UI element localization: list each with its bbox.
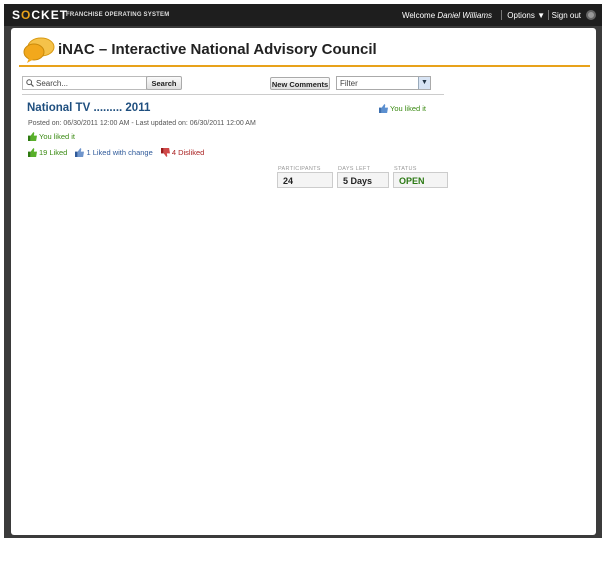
search-input[interactable]: Search... [22, 76, 147, 90]
options-menu[interactable]: Options ▼ [507, 11, 545, 20]
you-liked-badge: You liked it [379, 104, 426, 113]
days-left-value: 5 Days [337, 172, 389, 188]
chevron-down-icon: ▼ [537, 11, 545, 20]
main-panel: iNAC – Interactive National Advisory Cou… [11, 28, 596, 535]
top-bar: SOCKET FRANCHISE OPERATING SYSTEM Welcom… [4, 4, 602, 26]
search-icon [26, 79, 34, 87]
thumbs-up-icon [28, 148, 37, 157]
thumbs-up-icon [379, 104, 388, 113]
title-divider [19, 65, 590, 67]
participants-value: 24 [277, 172, 333, 188]
new-comments-button[interactable]: New Comments [270, 77, 330, 90]
user-name: Daniel Williams [437, 11, 492, 20]
gear-icon[interactable] [586, 10, 596, 20]
liked-count[interactable]: 19 Liked [28, 148, 67, 157]
sign-out-link[interactable]: Sign out [552, 11, 581, 20]
filter-select[interactable]: Filter ▼ [336, 76, 431, 90]
divider [548, 10, 549, 20]
list-divider [22, 94, 444, 95]
reaction-counts: 19 Liked 1 Liked with change 4 Disliked [28, 148, 204, 157]
chevron-down-icon: ▼ [418, 77, 430, 89]
app-frame: SOCKET FRANCHISE OPERATING SYSTEM Welcom… [0, 0, 607, 571]
liked-with-change-count[interactable]: 1 Liked with change [75, 148, 153, 157]
search-button[interactable]: Search [146, 76, 182, 90]
divider [501, 10, 502, 20]
chat-bubbles-icon [23, 37, 55, 63]
thumbs-down-icon [160, 148, 170, 157]
you-liked-status: You liked it [28, 132, 75, 141]
post-dates: Posted on: 06/30/2011 12:00 AM - Last up… [28, 120, 256, 127]
thumbs-up-change-icon [75, 148, 85, 157]
logo-subtitle: FRANCHISE OPERATING SYSTEM [66, 12, 170, 18]
thumbs-up-icon [28, 132, 37, 141]
socket-logo[interactable]: SOCKET [12, 8, 68, 22]
disliked-count[interactable]: 4 Disliked [160, 148, 204, 157]
post-title[interactable]: National TV ......... 2011 [27, 102, 150, 114]
welcome-text: Welcome Daniel Williams [401, 11, 492, 20]
status-value: OPEN [393, 172, 448, 188]
post-item: National TV ......... 2011 You liked it … [22, 96, 448, 188]
page-title: iNAC – Interactive National Advisory Cou… [58, 41, 377, 58]
